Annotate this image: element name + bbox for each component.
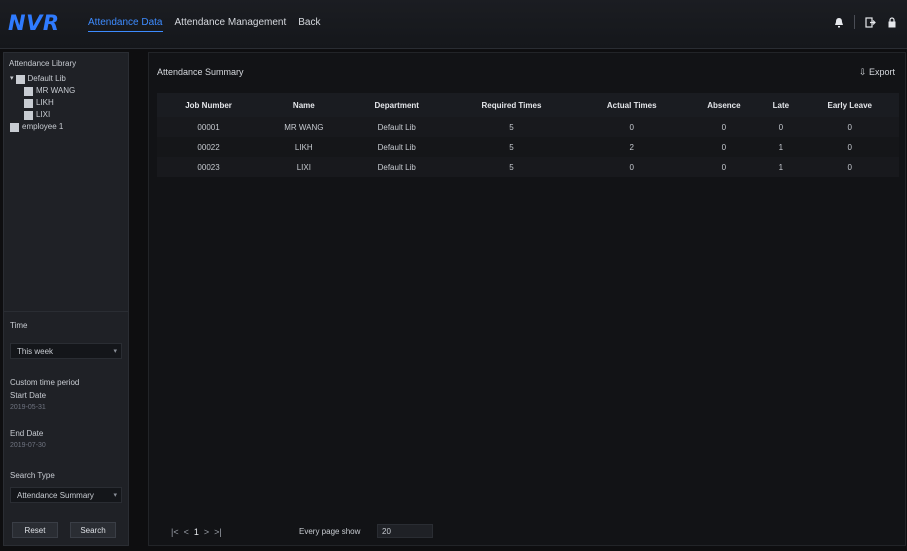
cell: 5 xyxy=(445,157,578,177)
expand-icon[interactable]: ▾ xyxy=(10,73,14,85)
top-bar: NVR Attendance Data Attendance Managemen… xyxy=(0,0,907,49)
folder-icon xyxy=(15,74,25,84)
nav-attendance-management[interactable]: Attendance Management xyxy=(175,17,287,32)
search-type-label: Search Type xyxy=(10,471,55,480)
cell: 0 xyxy=(761,117,801,137)
reset-button[interactable]: Reset xyxy=(12,522,58,538)
person-icon xyxy=(24,86,33,96)
sidebar: Attendance Library ▾ Default Lib MR WANG… xyxy=(3,52,129,546)
tree-node-mr-wang[interactable]: MR WANG xyxy=(10,85,75,97)
column-header[interactable]: Name xyxy=(260,93,348,117)
top-icons xyxy=(832,15,899,29)
cell: 0 xyxy=(686,117,762,137)
tree-node-label: Default Lib xyxy=(27,74,66,83)
prev-page-button[interactable]: < xyxy=(184,527,189,537)
last-page-button[interactable]: >| xyxy=(214,527,222,537)
start-date-label: Start Date xyxy=(10,391,47,400)
column-header[interactable]: Early Leave xyxy=(800,93,899,117)
column-header[interactable]: Department xyxy=(347,93,446,117)
tree-node-label: LIXI xyxy=(36,110,51,119)
time-label: Time xyxy=(10,321,28,330)
column-header[interactable]: Absence xyxy=(686,93,762,117)
search-type-value: Attendance Summary xyxy=(17,491,94,500)
cell: Default Lib xyxy=(347,137,446,157)
cell: 00023 xyxy=(157,157,261,177)
chevron-down-icon: ▾ xyxy=(113,492,117,499)
per-page-value: 20 xyxy=(382,527,391,536)
custom-time-label: Custom time period xyxy=(10,378,80,387)
table-header-row: Job Number Name Department Required Time… xyxy=(157,93,899,117)
column-header[interactable]: Job Number xyxy=(157,93,261,117)
library-title: Attendance Library xyxy=(9,59,77,68)
cell: 0 xyxy=(686,157,762,177)
column-header[interactable]: Actual Times xyxy=(577,93,687,117)
chevron-down-icon: ▾ xyxy=(113,348,117,355)
cell: 0 xyxy=(686,137,762,157)
nav-back[interactable]: Back xyxy=(298,17,320,32)
bell-icon[interactable] xyxy=(832,15,846,29)
folder-icon xyxy=(10,122,19,132)
tree-node-lixi[interactable]: LIXI xyxy=(10,109,75,121)
tree-node-likh[interactable]: LIKH xyxy=(10,97,75,109)
icon-divider xyxy=(854,15,855,29)
panel-title: Attendance Summary xyxy=(157,67,244,77)
tree-node-label: MR WANG xyxy=(36,86,76,95)
column-header[interactable]: Required Times xyxy=(445,93,578,117)
time-select[interactable]: This week ▾ xyxy=(10,343,122,359)
time-select-value: This week xyxy=(17,347,54,356)
attendance-table: Job Number Name Department Required Time… xyxy=(157,93,899,177)
cell: 00022 xyxy=(157,137,261,157)
first-page-button[interactable]: |< xyxy=(171,527,179,537)
tree-node-label: employee 1 xyxy=(22,122,64,131)
tree-node-label: LIKH xyxy=(36,98,54,107)
table-row[interactable]: 00023 LIXI Default Lib 5 0 0 1 0 xyxy=(157,157,899,177)
nvr-logo: NVR xyxy=(8,11,60,35)
cell: LIKH xyxy=(260,137,348,157)
export-button[interactable]: ⇩ Export xyxy=(859,67,895,78)
sidebar-divider xyxy=(4,311,128,312)
cell: MR WANG xyxy=(260,117,348,137)
cell: 2 xyxy=(577,137,687,157)
library-tree: ▾ Default Lib MR WANG LIKH LIXI employee… xyxy=(10,73,75,133)
end-date-label: End Date xyxy=(10,429,44,438)
cell: 5 xyxy=(445,137,578,157)
tree-node-default-lib[interactable]: ▾ Default Lib xyxy=(10,73,75,85)
next-page-button[interactable]: > xyxy=(204,527,209,537)
cell: 1 xyxy=(761,137,801,157)
pagination: |< < 1 > >| xyxy=(171,527,222,537)
person-icon xyxy=(24,98,33,108)
cell: 0 xyxy=(577,117,687,137)
per-page-select[interactable]: 20 xyxy=(377,524,433,538)
search-button[interactable]: Search xyxy=(70,522,116,538)
start-date-field[interactable]: 2019-05-31 xyxy=(10,404,46,411)
tree-node-employee-1[interactable]: employee 1 xyxy=(10,121,75,133)
table-row[interactable]: 00001 MR WANG Default Lib 5 0 0 0 0 xyxy=(157,117,899,137)
cell: 5 xyxy=(445,117,578,137)
table-row[interactable]: 00022 LIKH Default Lib 5 2 0 1 0 xyxy=(157,137,899,157)
cell: 00001 xyxy=(157,117,261,137)
cell: 0 xyxy=(800,117,899,137)
end-date-field[interactable]: 2019-07-30 xyxy=(10,442,46,449)
current-page[interactable]: 1 xyxy=(194,527,199,537)
main-panel: Attendance Summary ⇩ Export Job Number N… xyxy=(148,52,906,546)
column-header[interactable]: Late xyxy=(761,93,801,117)
nav-attendance-data[interactable]: Attendance Data xyxy=(88,17,163,32)
cell: Default Lib xyxy=(347,117,446,137)
cell: 1 xyxy=(761,157,801,177)
cell: LIXI xyxy=(260,157,348,177)
per-page-label: Every page show xyxy=(299,527,361,536)
cell: 0 xyxy=(800,157,899,177)
search-type-select[interactable]: Attendance Summary ▾ xyxy=(10,487,122,503)
main-nav: Attendance Data Attendance Management Ba… xyxy=(88,17,320,32)
cell: 0 xyxy=(577,157,687,177)
cell: 0 xyxy=(800,137,899,157)
logout-icon[interactable] xyxy=(863,15,877,29)
cell: Default Lib xyxy=(347,157,446,177)
person-icon xyxy=(24,110,33,120)
lock-icon[interactable] xyxy=(885,15,899,29)
